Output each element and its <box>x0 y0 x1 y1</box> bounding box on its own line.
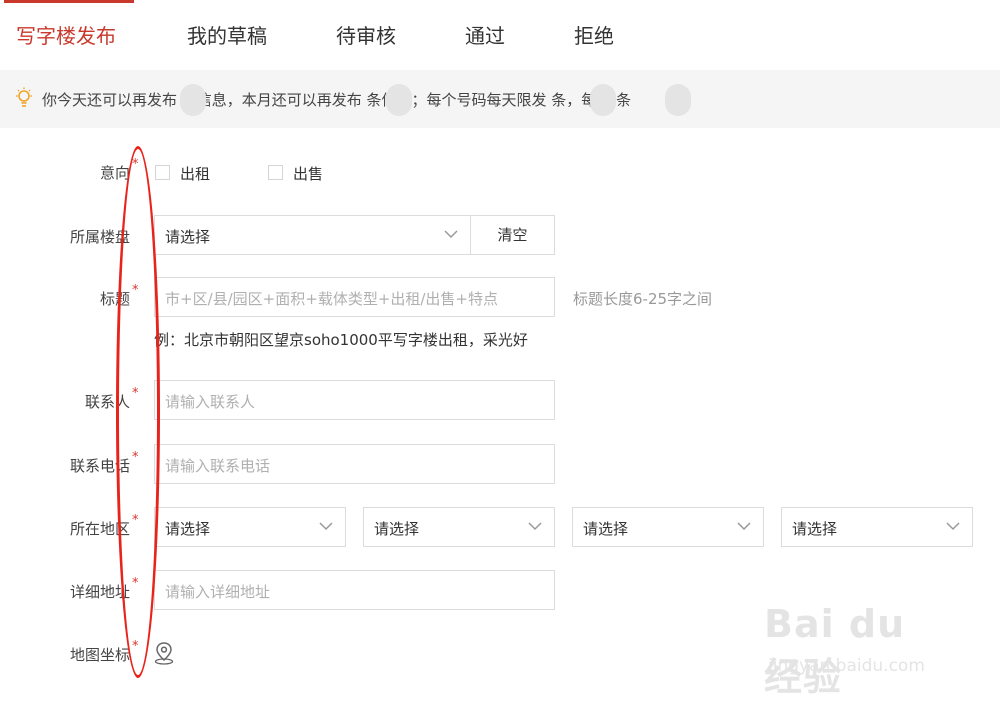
address-label: 详细地址 <box>69 583 130 601</box>
intent-rent-label[interactable]: 出租 <box>180 163 210 184</box>
province-select-value: 请选择 <box>165 520 211 538</box>
notice-text: 你今天还可以再发布 条信息，本月还可以再发布 条信息；每个号码每天限发 条，每月… <box>42 91 632 109</box>
redacted-count <box>180 84 206 116</box>
tab-office-publish[interactable]: 写字楼发布 <box>16 20 116 49</box>
area-select-value: 请选择 <box>792 520 838 538</box>
area-select[interactable]: 请选择 <box>781 507 973 547</box>
phone-input[interactable]: 请输入联系电话 <box>154 444 555 484</box>
chevron-down-icon <box>319 522 333 531</box>
tab-my-drafts[interactable]: 我的草稿 <box>187 20 267 49</box>
address-placeholder: 请输入详细地址 <box>165 583 271 601</box>
intent-rent-checkbox[interactable] <box>155 165 170 180</box>
watermark-logo: Bai du 经验 <box>764 602 906 699</box>
contact-input[interactable]: 请输入联系人 <box>154 380 555 420</box>
chevron-down-icon <box>444 230 458 239</box>
redacted-count <box>590 84 616 116</box>
intent-sale-checkbox[interactable] <box>268 165 283 180</box>
city-select-value: 请选择 <box>374 520 420 538</box>
tab-approved[interactable]: 通过 <box>465 20 505 49</box>
tab-rejected[interactable]: 拒绝 <box>574 20 614 49</box>
chevron-down-icon <box>528 522 542 531</box>
redacted-count <box>386 84 412 116</box>
annotation-oval <box>116 146 160 678</box>
intent-sale-label[interactable]: 出售 <box>293 163 323 184</box>
building-select-value: 请选择 <box>165 228 211 246</box>
quota-notice: 你今天还可以再发布 条信息，本月还可以再发布 条信息；每个号码每天限发 条，每月… <box>0 70 1000 128</box>
province-select[interactable]: 请选择 <box>154 507 346 547</box>
watermark-url: jingyan.baidu.com <box>768 656 925 676</box>
tab-pending-review[interactable]: 待审核 <box>336 20 396 49</box>
clear-button[interactable]: 清空 <box>470 215 555 255</box>
title-example: 例：北京市朝阳区望京soho1000平写字楼出租，采光好 <box>154 331 528 349</box>
contact-placeholder: 请输入联系人 <box>165 393 256 411</box>
title-length-hint: 标题长度6-25字之间 <box>573 290 713 308</box>
intent-label: 意向 <box>99 164 130 182</box>
map-label: 地图坐标 <box>69 646 130 664</box>
district-select[interactable]: 请选择 <box>572 507 764 547</box>
lightbulb-icon <box>16 87 32 107</box>
city-select[interactable]: 请选择 <box>363 507 555 547</box>
title-placeholder: 市+区/县/园区+面积+载体类型+出租/出售+特点 <box>165 290 499 308</box>
baidu-jingyan-watermark: Bai du 经验 jingyan.baidu.com <box>758 598 958 699</box>
building-select[interactable]: 请选择 <box>154 215 471 255</box>
district-select-value: 请选择 <box>583 520 629 538</box>
map-pin-icon[interactable] <box>153 641 175 665</box>
phone-placeholder: 请输入联系电话 <box>165 457 271 475</box>
building-label: 所属楼盘 <box>69 228 130 246</box>
active-tab-underline <box>4 0 134 3</box>
chevron-down-icon <box>737 522 751 531</box>
address-input[interactable]: 请输入详细地址 <box>154 570 555 610</box>
chevron-down-icon <box>946 522 960 531</box>
tab-bar: 写字楼发布 我的草稿 待审核 通过 拒绝 <box>0 0 1000 70</box>
redacted-count <box>665 84 691 116</box>
title-input[interactable]: 市+区/县/园区+面积+载体类型+出租/出售+特点 <box>154 277 555 317</box>
